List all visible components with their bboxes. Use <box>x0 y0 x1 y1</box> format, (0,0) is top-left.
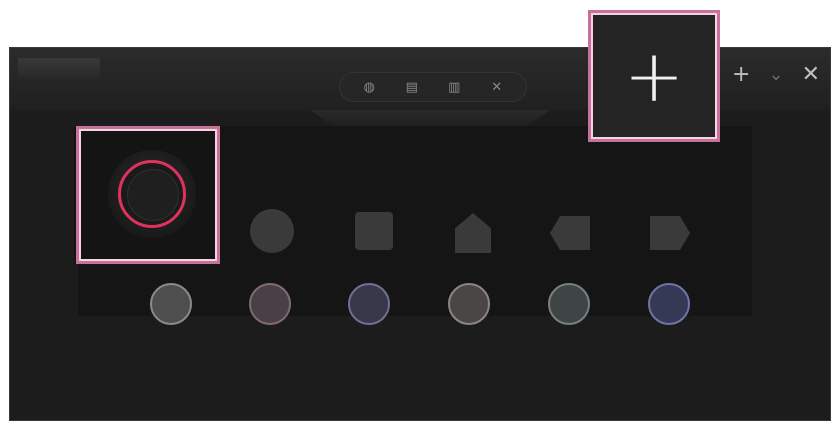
collapse-icon[interactable]: ⌄ <box>768 64 783 86</box>
close-small-icon[interactable]: ✕ <box>486 80 508 95</box>
swatch-taupe[interactable] <box>448 283 490 325</box>
add-button-highlight-frame <box>588 10 720 142</box>
swatch-gray[interactable] <box>150 283 192 325</box>
swatch-indigo[interactable] <box>348 283 390 325</box>
add-icon[interactable]: + <box>732 64 750 86</box>
swatch-mauve[interactable] <box>249 283 291 325</box>
knob-highlight-frame <box>76 126 220 264</box>
center-toolbar: ◍ ▤ ▥ ✕ <box>339 72 527 102</box>
trash-icon[interactable]: ▥ <box>443 80 465 95</box>
record-icon[interactable]: ◍ <box>358 80 380 95</box>
swatch-navy[interactable] <box>648 283 690 325</box>
window-controls: + ⌄ ✕ <box>732 64 820 86</box>
shape-circle[interactable] <box>250 209 294 253</box>
app-logo <box>18 58 100 78</box>
swatch-slate[interactable] <box>548 283 590 325</box>
document-icon[interactable]: ▤ <box>401 80 423 95</box>
close-icon[interactable]: ✕ <box>802 64 820 86</box>
shape-square[interactable] <box>355 212 393 250</box>
